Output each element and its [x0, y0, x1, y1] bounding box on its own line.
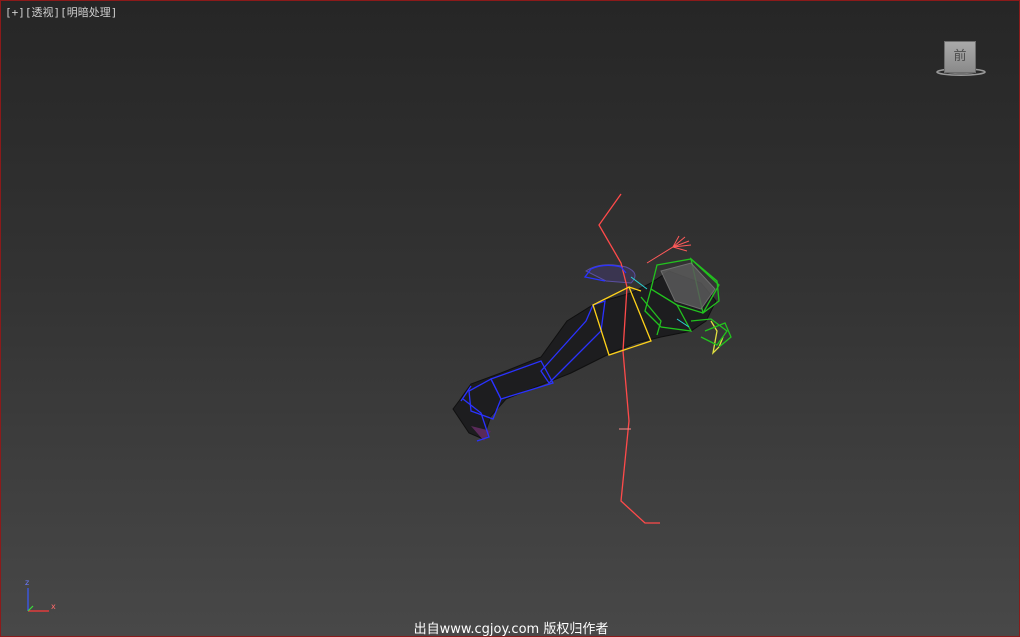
axis-z-label: z	[25, 578, 29, 587]
bone-tail-tuft[interactable]	[646, 235, 692, 264]
watermark-text: 出自www.cgjoy.com 版权归作者	[413, 622, 609, 637]
bone-spine-red[interactable]	[598, 193, 660, 524]
perspective-viewport[interactable]: [+][透视][明暗处理] 前 z x 出自www.cgjoy.com 版权归作…	[0, 0, 1020, 637]
axis-x-label: x	[51, 602, 56, 611]
scene-canvas[interactable]	[1, 1, 1020, 637]
axis-tripod: z x	[25, 578, 56, 612]
